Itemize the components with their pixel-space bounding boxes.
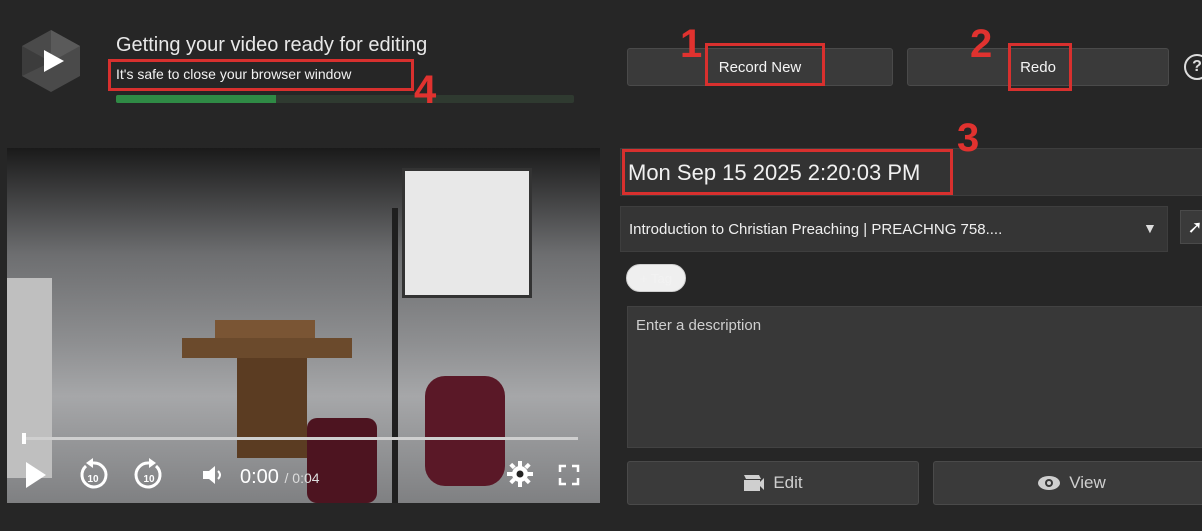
video-scene-table [182, 338, 352, 358]
video-scene-chair [425, 376, 505, 486]
status-title: Getting your video ready for editing [116, 34, 428, 56]
annotation-number: 3 [957, 116, 980, 160]
fullscreen-icon[interactable] [558, 464, 580, 486]
rewind-10-icon[interactable]: 10 [76, 458, 110, 492]
video-player[interactable] [7, 148, 600, 503]
annotation-box-status [108, 59, 414, 91]
rewind-10-label: 10 [87, 474, 99, 485]
annotation-number: 4 [414, 68, 437, 112]
forward-10-icon[interactable]: 10 [132, 458, 166, 492]
annotation-box-redo [1008, 43, 1072, 91]
current-time: 0:00 [240, 466, 279, 488]
annotation-box-title [622, 149, 953, 195]
annotation-box-record [705, 43, 825, 86]
video-scene-table-base [237, 358, 307, 458]
progress-bar-fill [116, 95, 277, 103]
description-input[interactable] [627, 306, 1202, 448]
view-button-label: View [1069, 473, 1106, 492]
panopto-logo-icon [22, 30, 80, 92]
total-time: / 0:04 [284, 470, 320, 486]
volume-icon[interactable] [200, 462, 226, 488]
video-scrubber[interactable] [25, 437, 578, 440]
video-scene-stand [392, 208, 398, 503]
folder-select[interactable]: Introduction to Christian Preaching | PR… [620, 206, 1168, 252]
annotation-number: 1 [680, 22, 703, 66]
gear-icon[interactable] [506, 460, 534, 488]
video-scene-board [7, 278, 52, 478]
video-scrubber-handle[interactable] [22, 433, 26, 444]
view-button[interactable]: View [933, 461, 1202, 505]
chevron-down-icon[interactable]: ▼ [1143, 220, 1157, 236]
video-scene-chair [307, 418, 377, 503]
annotation-number: 2 [970, 22, 993, 66]
edit-button-label: Edit [773, 473, 803, 492]
edit-button[interactable]: Edit [627, 461, 919, 505]
video-scene-whiteboard [402, 168, 532, 298]
help-circle-icon[interactable]: ? [1184, 54, 1202, 80]
time-display: 0:00 / 0:04 [240, 466, 320, 489]
forward-10-label: 10 [143, 474, 155, 485]
add-tag-button[interactable]: + Tag [626, 264, 686, 292]
eye-icon [1038, 476, 1061, 490]
progress-bar [116, 95, 574, 103]
external-edit-icon[interactable]: ➚ [1180, 210, 1202, 244]
clapperboard-icon [744, 475, 765, 491]
play-icon[interactable] [24, 460, 48, 490]
